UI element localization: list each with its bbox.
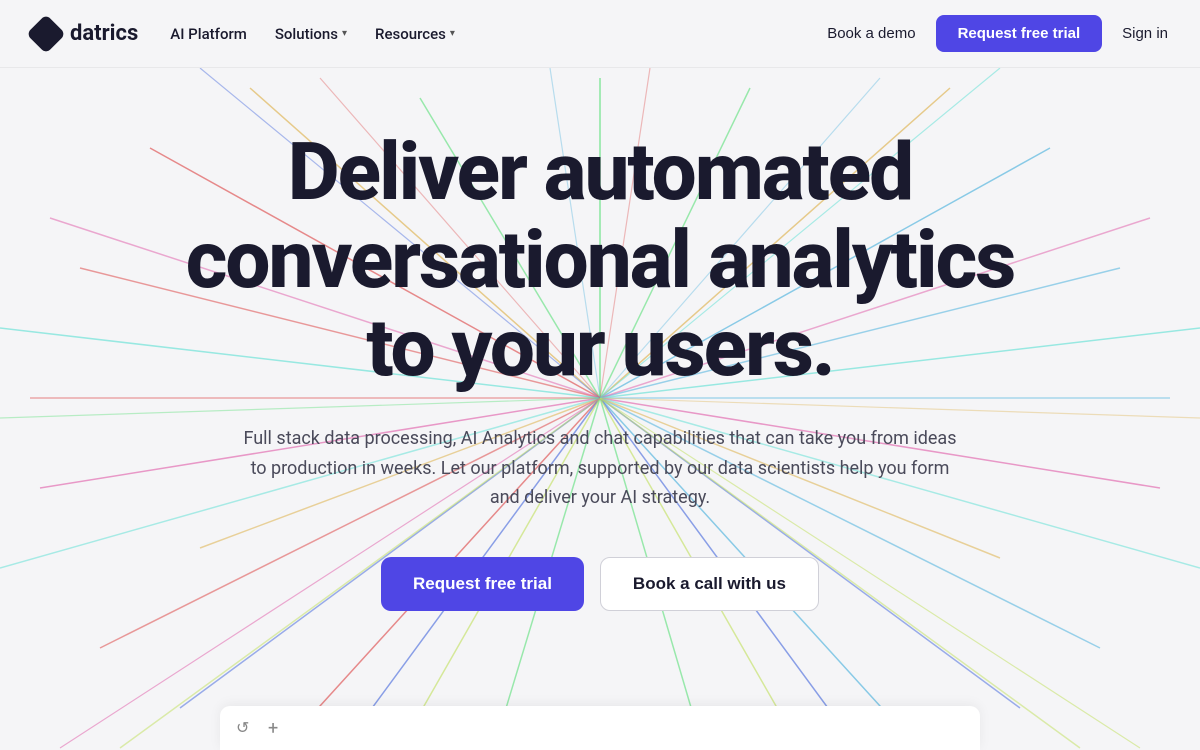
bottom-bar: ↺ + xyxy=(220,706,980,750)
nav-right: Book a demo Request free trial Sign in xyxy=(827,15,1168,52)
nav-links: AI Platform Solutions ▾ Resources ▾ xyxy=(170,25,455,43)
logo-text: datrics xyxy=(70,21,138,46)
logo[interactable]: datrics xyxy=(32,20,138,48)
request-trial-nav-button[interactable]: Request free trial xyxy=(936,15,1103,52)
hero-section: Deliver automated conversational analyti… xyxy=(0,68,1200,750)
navbar: datrics AI Platform Solutions ▾ Resource… xyxy=(0,0,1200,68)
sign-in-button[interactable]: Sign in xyxy=(1122,25,1168,42)
hero-content: Deliver automated conversational analyti… xyxy=(150,128,1050,611)
nav-link-ai-platform[interactable]: AI Platform xyxy=(170,25,247,43)
chevron-down-icon: ▾ xyxy=(450,28,455,39)
hero-subtitle: Full stack data processing, AI Analytics… xyxy=(240,424,960,513)
chevron-down-icon: ▾ xyxy=(342,28,347,39)
nav-link-resources[interactable]: Resources ▾ xyxy=(375,25,455,43)
hero-title: Deliver automated conversational analyti… xyxy=(150,128,1050,392)
logo-icon xyxy=(26,14,66,54)
book-call-button[interactable]: Book a call with us xyxy=(600,557,819,611)
request-trial-hero-button[interactable]: Request free trial xyxy=(381,557,584,611)
book-demo-button[interactable]: Book a demo xyxy=(827,25,915,42)
hero-buttons: Request free trial Book a call with us xyxy=(150,557,1050,611)
add-icon: + xyxy=(268,718,288,738)
nav-left: datrics AI Platform Solutions ▾ Resource… xyxy=(32,20,455,48)
history-icon: ↺ xyxy=(236,718,256,738)
nav-link-solutions[interactable]: Solutions ▾ xyxy=(275,25,347,43)
